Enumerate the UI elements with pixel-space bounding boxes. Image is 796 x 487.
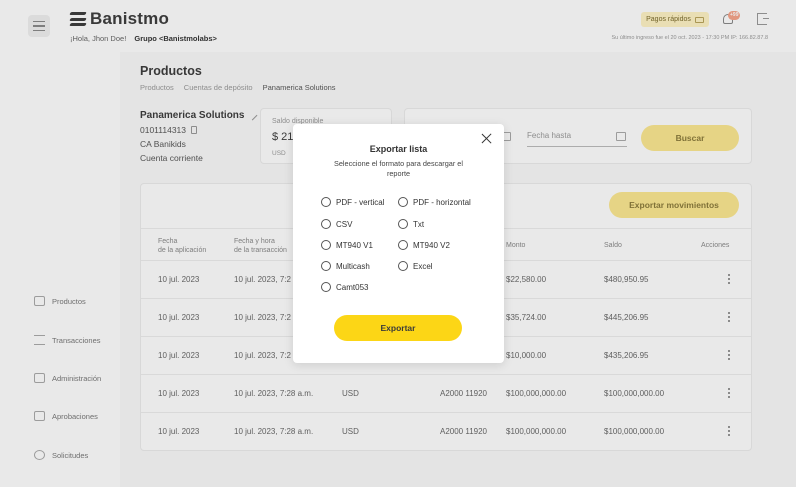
export-button[interactable]: Exportar [334, 315, 462, 341]
radio-button[interactable] [398, 261, 408, 271]
option-label: PDF - vertical [336, 197, 385, 207]
radio-button[interactable] [321, 282, 331, 292]
radio-button[interactable] [321, 219, 331, 229]
option-pdf-vertical[interactable]: PDF - vertical [321, 197, 384, 207]
option-label: Excel [413, 261, 433, 271]
option-csv[interactable]: CSV [321, 219, 352, 229]
option-label: Camt053 [336, 282, 369, 292]
radio-button[interactable] [321, 261, 331, 271]
option-label: MT940 V2 [413, 240, 450, 250]
radio-button[interactable] [398, 219, 408, 229]
option-multicash[interactable]: Multicash [321, 261, 370, 271]
radio-button[interactable] [398, 197, 408, 207]
radio-button[interactable] [321, 240, 331, 250]
option-camt053[interactable]: Camt053 [321, 282, 368, 292]
close-icon[interactable] [481, 133, 492, 144]
modal-subtitle: Seleccione el formato para descargar el … [334, 159, 463, 178]
option-label: MT940 V1 [336, 240, 373, 250]
option-pdf-horizontal[interactable]: PDF - horizontal [398, 197, 471, 207]
option-label: Txt [413, 219, 425, 229]
option-label: CSV [336, 219, 353, 229]
radio-button[interactable] [398, 240, 408, 250]
option-label: PDF - horizontal [413, 197, 471, 207]
option-mt940-v2[interactable]: MT940 V2 [398, 240, 450, 250]
export-list-modal: Exportar lista Seleccione el formato par… [293, 124, 504, 363]
radio-button[interactable] [321, 197, 331, 207]
option-excel[interactable]: Excel [398, 261, 433, 271]
option-label: Multicash [336, 261, 370, 271]
modal-title: Exportar lista [369, 144, 428, 154]
option-txt[interactable]: Txt [398, 219, 424, 229]
option-mt940-v1[interactable]: MT940 V1 [321, 240, 373, 250]
